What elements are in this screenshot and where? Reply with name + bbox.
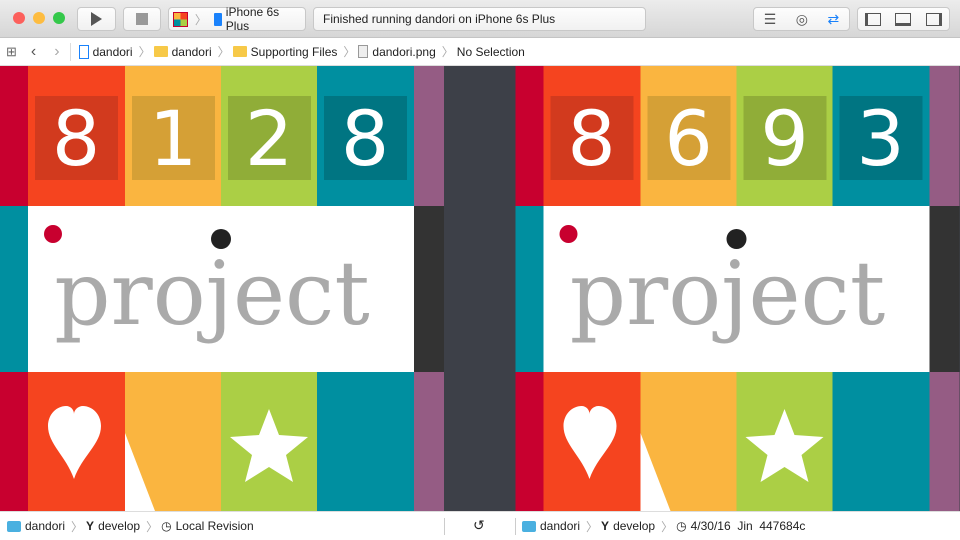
navigator-toggle-icon[interactable] <box>865 12 882 26</box>
crumb-label: dandori <box>540 519 581 533</box>
zoom-button[interactable] <box>53 12 65 24</box>
crumb-label: dandori.png <box>372 44 436 59</box>
forward-button[interactable]: › <box>54 43 59 61</box>
crumb-label: dandori <box>25 519 66 533</box>
breadcrumb-file[interactable]: dandori.png <box>358 44 436 59</box>
device-icon <box>213 12 222 26</box>
activity-status: Finished running dandori on iPhone 6s Pl… <box>313 7 646 31</box>
color-stripe <box>414 372 444 511</box>
crumb-label: dandori <box>171 44 212 59</box>
folder-icon <box>522 520 536 532</box>
debug-area-toggle-icon[interactable] <box>895 12 912 26</box>
digit: 8 <box>341 94 389 183</box>
left-revision-crumb[interactable]: ◷ Local Revision <box>161 519 254 533</box>
crumb-label: develop <box>613 519 656 533</box>
breadcrumb-folder[interactable]: dandori <box>153 44 212 59</box>
toolbar: 〉 iPhone 6s Plus Finished running dandor… <box>0 0 960 38</box>
digit: 8 <box>52 94 100 183</box>
crumb-label: Local Revision <box>175 519 254 533</box>
right-project-crumb[interactable]: dandori <box>522 519 580 533</box>
color-stripe <box>832 372 930 511</box>
folder-icon <box>7 520 21 532</box>
crumb-label: develop <box>98 519 141 533</box>
color-stripe <box>515 206 544 372</box>
clock-icon: ◷ <box>676 519 687 533</box>
color-stripe <box>0 66 28 206</box>
crumb-label: Supporting Files <box>250 44 338 59</box>
scheme-selector[interactable]: 〉 iPhone 6s Plus <box>168 5 306 33</box>
version-bar: dandori 〉 Ydevelop 〉 ◷ Local Revision ↺ dan… <box>0 511 960 540</box>
back-button[interactable]: ‹ <box>31 43 36 61</box>
assistant-editor-icon[interactable]: ◎ <box>796 11 808 28</box>
revision-image-preview: 8 6 9 3 project <box>515 66 960 511</box>
digit: 6 <box>664 94 712 183</box>
minimize-button[interactable] <box>33 12 45 24</box>
branch-icon: Y <box>601 519 610 533</box>
run-button[interactable] <box>77 7 116 31</box>
folder-icon <box>232 46 247 57</box>
breadcrumb-project[interactable]: dandori <box>78 44 133 59</box>
related-items-icon[interactable]: ⊞ <box>6 44 17 60</box>
digit: 1 <box>149 94 197 183</box>
play-icon <box>91 12 102 26</box>
view-toggle-group <box>857 7 950 31</box>
color-stripe <box>0 206 28 372</box>
color-stripe <box>0 372 28 511</box>
local-image-preview: 8 1 2 8 project <box>0 66 444 511</box>
device-label: iPhone 6s Plus <box>225 5 280 33</box>
crumb-label: 4/30/16 Jin 447684c <box>690 519 806 533</box>
crumb-label: dandori <box>92 44 133 59</box>
color-stripe <box>414 206 444 372</box>
version-editor-icon[interactable]: ⇄ <box>827 11 839 28</box>
clock-icon: ◷ <box>161 519 172 533</box>
breadcrumb-supporting-files[interactable]: Supporting Files <box>232 44 338 59</box>
project-wordmark: project <box>54 242 369 345</box>
color-stripe <box>929 206 960 372</box>
red-dot <box>44 225 62 243</box>
chevron-right-icon: 〉 <box>194 12 207 27</box>
utilities-toggle-icon[interactable] <box>925 12 942 26</box>
stop-button[interactable] <box>123 7 161 31</box>
editor-mode-group: ☰ ◎ ⇄ <box>753 7 850 31</box>
color-stripe <box>515 66 544 206</box>
image-file-icon <box>358 45 369 58</box>
stop-icon <box>136 13 148 25</box>
app-icon <box>173 11 188 27</box>
left-project-crumb[interactable]: dandori <box>7 519 65 533</box>
color-stripe <box>317 372 414 511</box>
right-revision-crumb[interactable]: ◷ 4/30/16 Jin 447684c <box>676 519 805 533</box>
jump-bar: ⊞ ‹ › dandori 〉 dandori 〉 Supporting Files… <box>0 38 960 66</box>
crumb-label: No Selection <box>456 44 525 59</box>
timeline-history-icon[interactable]: ↺ <box>473 517 485 534</box>
red-dot <box>559 225 578 243</box>
close-button[interactable] <box>13 12 25 24</box>
branch-icon: Y <box>86 519 95 533</box>
right-branch-crumb[interactable]: Ydevelop <box>601 519 655 533</box>
version-comparison-area: 8 1 2 8 project 8 6 9 3 project <box>0 66 960 511</box>
breadcrumb-selection[interactable]: No Selection <box>457 45 525 59</box>
folder-icon <box>153 46 168 57</box>
digit: 3 <box>856 94 904 183</box>
color-stripe <box>929 372 960 511</box>
status-text: Finished running dandori on iPhone 6s Pl… <box>323 12 556 26</box>
digit: 9 <box>760 94 808 183</box>
color-stripe <box>929 66 960 206</box>
project-icon <box>78 44 89 59</box>
color-stripe <box>515 372 544 511</box>
project-wordmark: project <box>570 242 885 345</box>
digit: 8 <box>567 94 615 183</box>
standard-editor-icon[interactable]: ☰ <box>764 11 777 28</box>
digit: 2 <box>245 94 293 183</box>
left-branch-crumb[interactable]: Ydevelop <box>86 519 140 533</box>
color-stripe <box>414 66 444 206</box>
